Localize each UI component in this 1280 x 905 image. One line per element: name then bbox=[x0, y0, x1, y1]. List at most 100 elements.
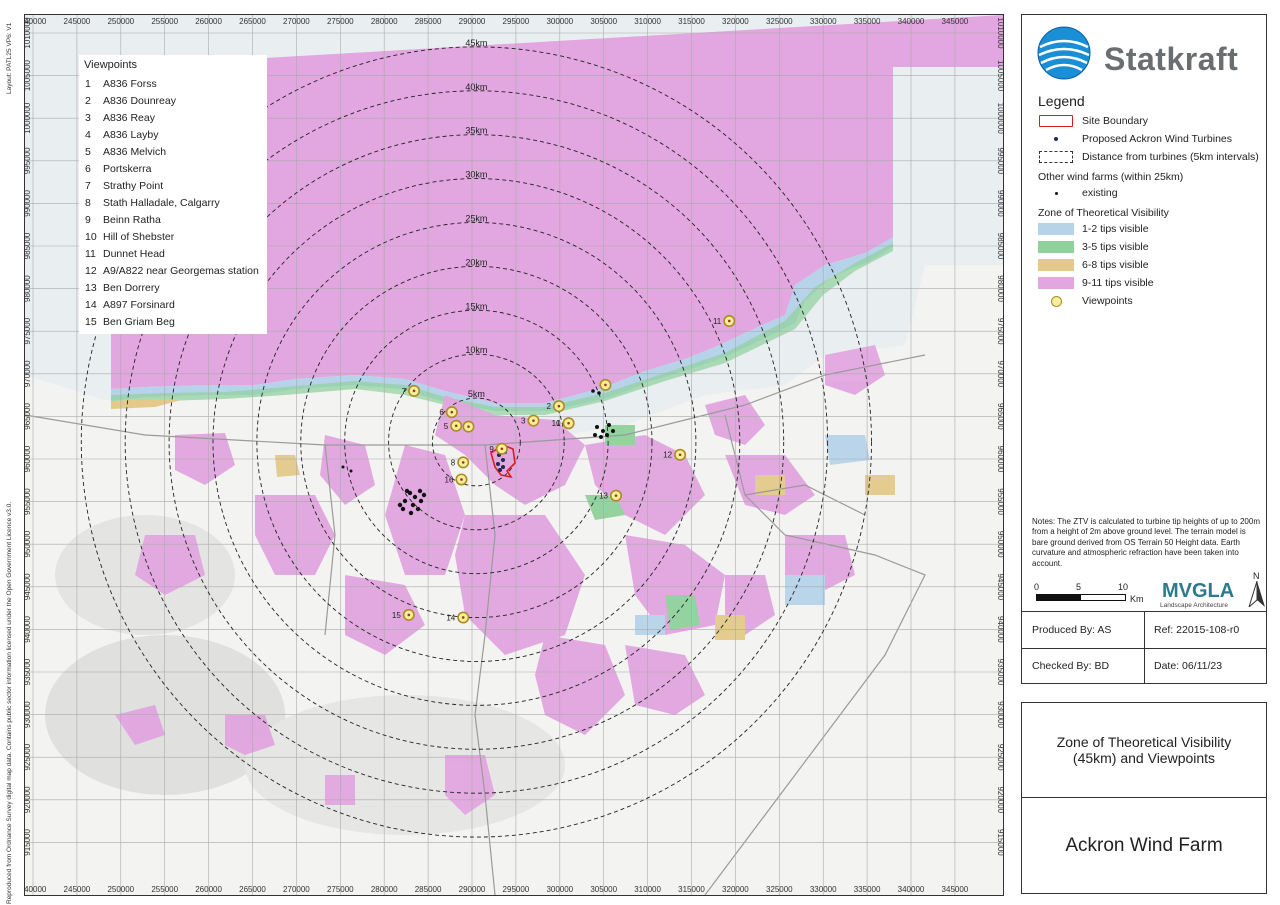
distance-ring-label: 40km bbox=[465, 82, 487, 92]
viewpoint-list-item: 7 Strathy Point bbox=[83, 177, 263, 194]
statkraft-wordmark: Statkraft bbox=[1104, 41, 1239, 77]
north-arrow: N bbox=[1248, 571, 1266, 607]
easting-tick-label: 330000 bbox=[810, 17, 837, 26]
easting-tick-label: 300000 bbox=[546, 17, 573, 26]
viewpoint-name: Dunnet Head bbox=[103, 247, 165, 260]
viewpoint-marker-dot bbox=[407, 613, 411, 617]
viewpoint-marker-dot bbox=[461, 616, 465, 619]
northing-tick-label: 985000 bbox=[996, 233, 1003, 260]
northing-tick-label: 990000 bbox=[996, 190, 1003, 217]
legend-distance: Distance from turbines (5km intervals) bbox=[1038, 151, 1259, 163]
viewpoint-name: Beinn Ratha bbox=[103, 213, 161, 226]
northing-tick-label: 1000000 bbox=[25, 102, 32, 134]
easting-tick-label: 245000 bbox=[64, 885, 91, 894]
easting-tick-label: 275000 bbox=[327, 885, 354, 894]
scale-label-5: 5 bbox=[1076, 582, 1082, 592]
viewpoint-marker-label: 3 bbox=[521, 417, 526, 426]
legend-z4: 9-11 tips visible bbox=[1038, 277, 1154, 289]
statkraft-logo: Statkraft bbox=[1036, 25, 1260, 85]
northing-tick-label: 980000 bbox=[25, 275, 32, 302]
viewpoint-list-item: 1 A836 Forss bbox=[83, 75, 263, 92]
site-boundary-swatch bbox=[1039, 115, 1073, 127]
viewpoint-number: 10 bbox=[85, 230, 97, 243]
windfarm-dot bbox=[349, 469, 353, 473]
legend-turbines: Proposed Ackron Wind Turbines bbox=[1038, 133, 1232, 145]
viewpoint-name: Ben Dorrery bbox=[103, 281, 160, 294]
northing-tick-label: 940000 bbox=[25, 616, 32, 643]
figure-title-line1: Zone of Theoretical Visibility bbox=[1056, 734, 1232, 750]
northing-tick-label: 975000 bbox=[996, 318, 1003, 345]
northing-tick-label: 1010000 bbox=[996, 17, 1003, 49]
z1-swatch bbox=[1038, 223, 1074, 235]
easting-tick-label: 300000 bbox=[546, 885, 573, 894]
easting-tick-label: 320000 bbox=[722, 885, 749, 894]
viewpoint-marker-label: 2 bbox=[546, 402, 551, 411]
windfarm-dot bbox=[591, 389, 595, 393]
copyright-text: Reproduced from Ordnance Survey digital … bbox=[6, 501, 13, 904]
viewpoint-name: A836 Layby bbox=[103, 128, 159, 141]
viewpoint-number: 8 bbox=[85, 196, 91, 209]
viewpoint-marker-dot bbox=[467, 425, 470, 428]
easting-tick-label: 315000 bbox=[678, 17, 705, 26]
windfarm-dot bbox=[408, 510, 414, 516]
easting-tick-label: 290000 bbox=[459, 885, 486, 894]
northing-tick-label: 1010000 bbox=[25, 17, 32, 49]
viewpoint-list-item: 6 Portskerra bbox=[83, 160, 263, 177]
northing-tick-label: 925000 bbox=[25, 743, 32, 770]
northing-tick-label: 950000 bbox=[25, 530, 32, 557]
windfarm-dot bbox=[601, 429, 605, 433]
viewpoint-number: 13 bbox=[85, 281, 97, 294]
viewpoint-name: A836 Reay bbox=[103, 111, 155, 124]
northing-tick-label: 995000 bbox=[25, 147, 32, 174]
northing-tick-label: 925000 bbox=[996, 744, 1003, 771]
layout-code: Layout: PATL25 VP6: V1 bbox=[6, 22, 13, 94]
easting-tick-label: 340000 bbox=[898, 17, 925, 26]
scale-unit: Km bbox=[1130, 594, 1144, 604]
turbine-dot bbox=[496, 462, 500, 466]
hill-shade bbox=[245, 695, 565, 835]
windfarm-dot bbox=[605, 433, 609, 437]
viewpoint-marker-dot bbox=[727, 319, 731, 323]
legend-label: 3-5 tips visible bbox=[1082, 241, 1149, 253]
viewpoint-marker-label: 8 bbox=[451, 458, 456, 467]
viewpoint-name: A836 Melvich bbox=[103, 145, 167, 158]
windfarm-dot bbox=[595, 425, 599, 429]
viewpoint-marker-dot bbox=[532, 419, 535, 422]
viewpoint-number: 3 bbox=[85, 111, 91, 124]
windfarm-dot bbox=[400, 506, 406, 512]
viewpoint-marker-label: 16 bbox=[445, 475, 454, 484]
northing-tick-label: 930000 bbox=[25, 701, 32, 728]
notes-text: Notes: The ZTV is calculated to turbine … bbox=[1032, 517, 1260, 568]
northing-tick-label: 985000 bbox=[25, 232, 32, 259]
distance-ring-label: 10km bbox=[465, 345, 487, 355]
northing-tick-label: 955000 bbox=[25, 488, 32, 515]
distance-ring-label: 20km bbox=[465, 257, 487, 267]
legend-z3: 6-8 tips visible bbox=[1038, 259, 1149, 271]
legend-label: 6-8 tips visible bbox=[1082, 259, 1149, 271]
windfarm-dot bbox=[415, 506, 421, 512]
reference: Ref: 22015-108-r0 bbox=[1154, 624, 1240, 636]
distance-ring-label: 45km bbox=[465, 38, 487, 48]
legend-ztv-head: Zone of Theoretical Visibility bbox=[1038, 207, 1169, 219]
z2-swatch bbox=[1038, 241, 1074, 253]
easting-tick-label: 245000 bbox=[64, 17, 91, 26]
northing-tick-label: 1000000 bbox=[996, 103, 1003, 135]
legend-label: 9-11 tips visible bbox=[1082, 277, 1154, 289]
northing-tick-label: 1005000 bbox=[25, 59, 32, 91]
northing-tick-label: 970000 bbox=[996, 360, 1003, 387]
figure-title-line2: (45km) and Viewpoints bbox=[1072, 750, 1216, 766]
viewpoint-marker-dot bbox=[678, 453, 682, 457]
map-frame[interactable]: 5km10km15km20km25km30km35km40km45km 1234… bbox=[24, 14, 1004, 896]
turbine-dot bbox=[501, 465, 505, 469]
windfarm-dot bbox=[597, 391, 601, 395]
viewpoint-number: 14 bbox=[85, 298, 97, 311]
viewpoint-marker-label: 14 bbox=[446, 613, 455, 622]
produced-by: Produced By: AS bbox=[1032, 624, 1112, 636]
easting-tick-label: 315000 bbox=[678, 885, 705, 894]
easting-tick-label: 265000 bbox=[239, 17, 266, 26]
viewpoint-name: Stath Halladale, Calgarry bbox=[103, 196, 220, 209]
windfarm-dot bbox=[421, 492, 427, 498]
z4-swatch bbox=[1038, 277, 1074, 289]
easting-tick-label: 305000 bbox=[590, 885, 617, 894]
distance-ring-labels: 5km 10km 15km 20km 25km 30km 35km 40km 45km bbox=[465, 38, 487, 399]
